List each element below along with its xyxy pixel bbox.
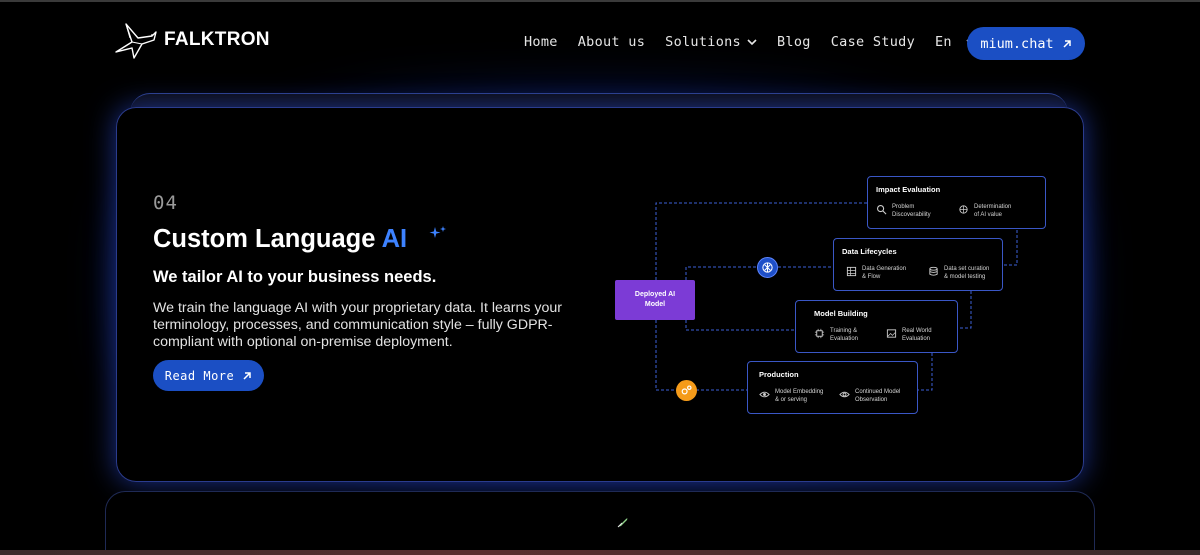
nav-home-label: Home: [524, 34, 558, 50]
observe-eye-icon: [839, 391, 850, 398]
problem-discoverability-item: Problem Discoverability: [876, 204, 931, 219]
ai-lifecycle-diagram: Deployed AI Model Impact Evaluation Prob…: [600, 170, 1060, 420]
arrow-up-right-icon: [1063, 39, 1071, 48]
brain-icon: [959, 205, 968, 214]
brand-name: FALKTRON: [164, 29, 270, 50]
real-world-evaluation-item: Real World Evaluation: [886, 328, 932, 343]
problem-discoverability-label: Problem Discoverability: [892, 204, 931, 218]
ai-value-item: Determination of AI value: [958, 204, 1011, 219]
image-icon: [886, 329, 897, 338]
window-bottom-border: [0, 550, 1200, 555]
production-title: Production: [759, 370, 799, 379]
title-text: Custom Language: [153, 225, 376, 253]
model-embedding-item: Model Embedding & or serving: [759, 389, 823, 404]
real-world-evaluation-label: Real World Evaluation: [902, 328, 932, 342]
database-icon: [929, 266, 938, 276]
model-observation-item: Continued Model Observation: [839, 389, 900, 404]
main-menu: Home About us Solutions Blog Case Study …: [524, 34, 990, 50]
data-generation-label: Data Generation & Flow: [862, 266, 907, 280]
nav-blog-label: Blog: [777, 34, 811, 50]
site-header: FALKTRON Home About us Solutions Blog Ca…: [0, 2, 1200, 82]
nav-home[interactable]: Home: [524, 34, 558, 50]
gears-node: [676, 380, 697, 401]
mium-chat-label: mium.chat: [980, 35, 1054, 52]
nav-case-study[interactable]: Case Study: [831, 34, 915, 50]
data-set-curation-label: Data set curation & model testing: [944, 266, 990, 280]
read-more-button[interactable]: Read More: [153, 360, 264, 391]
chevron-down-icon: [747, 39, 757, 46]
feather-icon: [617, 518, 628, 528]
data-lifecycles-box: Data Lifecycles Data Generation & Flow D…: [833, 238, 1003, 291]
section-subtitle: We tailor AI to your business needs.: [153, 268, 437, 286]
nav-about-us-label: About us: [577, 34, 646, 50]
section-title: Custom Language AI: [153, 225, 407, 254]
language-label: En: [935, 34, 952, 50]
mium-chat-button[interactable]: mium.chat: [967, 27, 1085, 60]
gears-icon: [681, 385, 692, 395]
training-evaluation-item: Training & Evaluation: [814, 328, 858, 343]
data-set-curation-item: Data set curation & model testing: [928, 266, 989, 281]
impact-evaluation-title: Impact Evaluation: [876, 185, 941, 194]
nav-solutions-label: Solutions: [665, 34, 741, 50]
training-evaluation-label: Training & Evaluation: [830, 328, 859, 342]
data-lifecycles-title: Data Lifecycles: [842, 247, 897, 256]
production-box: Production Model Embedding & or serving …: [747, 361, 918, 414]
data-grid-icon: [846, 266, 857, 277]
model-building-box: Model Building Training & Evaluation Rea…: [795, 300, 958, 353]
eye-icon: [759, 391, 770, 398]
model-embedding-label: Model Embedding & or serving: [775, 389, 824, 403]
arrow-up-right-icon: [243, 371, 252, 380]
data-generation-item: Data Generation & Flow: [846, 266, 906, 281]
section-number: 04: [153, 192, 178, 214]
falcon-logo-icon: [115, 23, 157, 59]
read-more-label: Read More: [164, 368, 235, 383]
ai-value-label: Determination of AI value: [974, 204, 1012, 218]
nav-about-us[interactable]: About us: [578, 34, 645, 50]
search-icon: [877, 205, 887, 215]
nav-blog[interactable]: Blog: [777, 34, 811, 50]
impact-evaluation-box: Impact Evaluation Problem Discoverabilit…: [867, 176, 1046, 229]
sparkle-icon: [429, 226, 446, 238]
brand-logo[interactable]: FALKTRON: [112, 18, 270, 62]
nav-case-study-label: Case Study: [830, 34, 915, 50]
model-observation-label: Continued Model Observation: [855, 389, 901, 403]
openai-node: [757, 257, 778, 278]
openai-icon: [762, 262, 773, 273]
title-highlight: AI: [381, 225, 408, 253]
section-description: We train the language AI with your propr…: [153, 300, 563, 350]
chip-icon: [814, 328, 825, 339]
deployed-ai-model-node: Deployed AI Model: [615, 280, 695, 320]
next-service-card: [105, 491, 1095, 555]
nav-solutions[interactable]: Solutions: [665, 34, 757, 50]
model-building-title: Model Building: [814, 309, 868, 318]
